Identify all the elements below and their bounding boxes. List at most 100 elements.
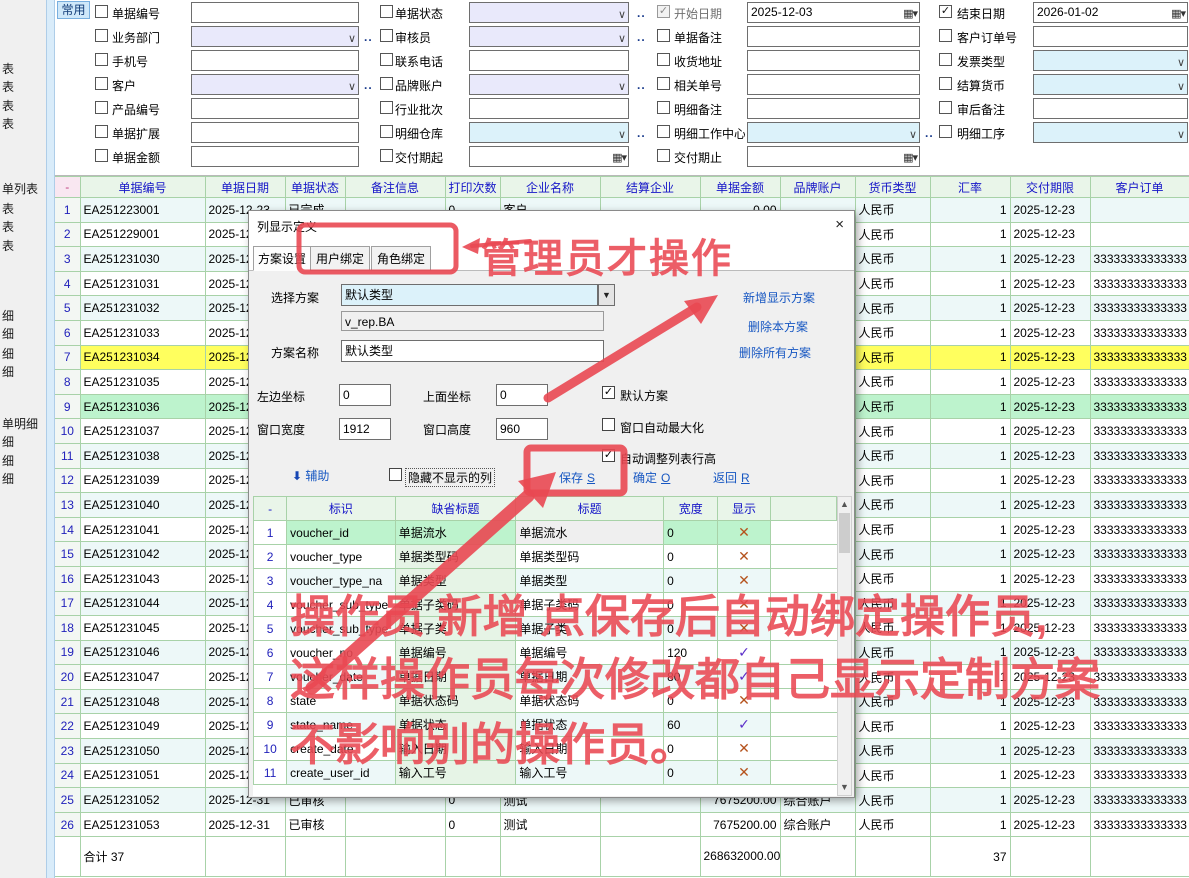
filter-checkbox-产品编号[interactable] [95, 101, 108, 114]
scroll-down-icon[interactable]: ▼ [838, 780, 851, 795]
column-header-单据状态[interactable]: 单据状态 [285, 177, 345, 198]
window-width-input[interactable]: 1912 [339, 418, 391, 440]
sidebar-item[interactable]: 表 [2, 218, 46, 234]
option-checkbox-窗口自动最大化[interactable] [602, 418, 615, 431]
filter-checkbox-单据备注[interactable] [657, 29, 670, 42]
sidebar-item[interactable]: 细 [2, 433, 46, 449]
grid-header--[interactable]: - [254, 497, 287, 521]
sidebar-item[interactable]: 细 [2, 307, 46, 323]
grid-row[interactable]: 6voucher_no单据编号单据编号120✓ [254, 641, 837, 665]
calendar-icon[interactable]: ▦▾ [1171, 5, 1185, 23]
grid-header-宽度[interactable]: 宽度 [664, 497, 718, 521]
column-header-品牌账户[interactable]: 品牌账户 [780, 177, 855, 198]
left-coord-input[interactable]: 0 [339, 384, 391, 406]
grid-row[interactable]: 5voucher_sub_type单据子类单据子类0✕ [254, 617, 837, 641]
column-header-单据金额[interactable]: 单据金额 [700, 177, 780, 198]
filter-checkbox-审后备注[interactable] [939, 101, 952, 114]
filter-checkbox-开始日期[interactable] [657, 5, 670, 18]
sidebar-item[interactable]: 细 [2, 452, 46, 468]
filter-input-品牌账户[interactable]: ∨ [469, 74, 629, 95]
cross-icon[interactable]: ✕ [718, 689, 770, 713]
calendar-icon[interactable]: ▦▾ [903, 5, 917, 23]
column-header-客户订单[interactable]: 客户订单 [1090, 177, 1189, 198]
filter-checkbox-客户订单号[interactable] [939, 29, 952, 42]
top-coord-input[interactable]: 0 [496, 384, 548, 406]
filter-input-单据编号[interactable] [191, 2, 359, 23]
filter-input-客户订单号[interactable] [1033, 26, 1188, 47]
cross-icon[interactable]: ✕ [718, 761, 770, 785]
column-header-交付期限[interactable]: 交付期限 [1010, 177, 1090, 198]
filter-checkbox-明细备注[interactable] [657, 101, 670, 114]
sidebar-item[interactable]: 单列表 [2, 180, 46, 196]
table-row[interactable]: 26EA2512310532025-12-31已审核0测试7675200.00综… [55, 812, 1189, 837]
check-icon[interactable]: ✓ [718, 665, 770, 689]
filter-checkbox-明细仓库[interactable] [380, 125, 393, 138]
grid-row[interactable]: 2voucher_type单据类型码单据类型码0✕ [254, 545, 837, 569]
scheme-select-dropdown-button[interactable]: ▼ [598, 284, 615, 306]
filter-checkbox-相关单号[interactable] [657, 77, 670, 90]
sidebar-item[interactable]: 表 [2, 115, 46, 131]
filter-input-审核员[interactable]: ∨ [469, 26, 629, 47]
check-icon[interactable]: ✓ [718, 713, 770, 737]
grid-header-标识[interactable]: 标识 [287, 497, 396, 521]
help-button[interactable]: ⬇ 辅助 [292, 467, 329, 484]
filter-input-客户[interactable]: ∨ [191, 74, 359, 95]
grid-row[interactable]: 10create_date输入日期输入日期0✕ [254, 737, 837, 761]
filter-checkbox-联系电话[interactable] [380, 53, 393, 66]
grid-scrollbar[interactable]: ▲ ▼ [837, 496, 852, 796]
filter-input-结算货币[interactable]: ∨ [1033, 74, 1188, 95]
add-display-scheme-link[interactable]: 新增显示方案 [743, 289, 815, 306]
delete-all-schemes-link[interactable]: 删除所有方案 [739, 344, 811, 361]
option-checkbox-默认方案[interactable] [602, 386, 615, 399]
filter-input-明细工序[interactable]: ∨ [1033, 122, 1188, 143]
filter-input-结束日期[interactable]: 2026-01-02▦▾ [1033, 2, 1188, 23]
grid-header-filler[interactable] [770, 497, 836, 521]
cross-icon[interactable]: ✕ [718, 569, 770, 593]
filter-input-开始日期[interactable]: 2025-12-03▦▾ [747, 2, 920, 23]
cross-icon[interactable]: ✕ [718, 617, 770, 641]
dialog-tab-方案设置[interactable]: 方案设置 [253, 246, 311, 271]
filter-input-收货地址[interactable] [747, 50, 920, 71]
filter-input-单据状态[interactable]: ∨ [469, 2, 629, 23]
sidebar-item[interactable]: 单明细 [2, 415, 46, 431]
filter-input-单据金额[interactable] [191, 146, 359, 167]
column-header-打印次数[interactable]: 打印次数 [445, 177, 500, 198]
column-header-汇率[interactable]: 汇率 [930, 177, 1010, 198]
dialog-tab-角色绑定[interactable]: 角色绑定 [371, 246, 431, 271]
ok-button[interactable]: 确定O [633, 469, 670, 486]
filter-checkbox-单据编号[interactable] [95, 5, 108, 18]
sidebar-item[interactable]: 表 [2, 97, 46, 113]
filter-input-单据备注[interactable] [747, 26, 920, 47]
column-header-企业名称[interactable]: 企业名称 [500, 177, 600, 198]
filter-input-业务部门[interactable]: ∨ [191, 26, 359, 47]
filter-checkbox-明细工序[interactable] [939, 125, 952, 138]
filter-checkbox-品牌账户[interactable] [380, 77, 393, 90]
filter-checkbox-单据扩展[interactable] [95, 125, 108, 138]
back-button[interactable]: 返回R [713, 469, 750, 486]
sidebar-splitter[interactable] [46, 0, 55, 878]
grid-header-显示[interactable]: 显示 [718, 497, 770, 521]
filter-checkbox-客户[interactable] [95, 77, 108, 90]
filter-checkbox-单据状态[interactable] [380, 5, 393, 18]
filter-input-单据扩展[interactable] [191, 122, 359, 143]
filter-checkbox-结束日期[interactable] [939, 5, 952, 18]
filter-input-行业批次[interactable] [469, 98, 629, 119]
grid-row[interactable]: 4voucher_sub_type单据子类码单据子类码0✕ [254, 593, 837, 617]
column-header-单据编号[interactable]: 单据编号 [80, 177, 205, 198]
scheme-name-input[interactable]: 默认类型 [341, 340, 604, 362]
calendar-icon[interactable]: ▦▾ [612, 149, 626, 167]
grid-row[interactable]: 11create_user_id输入工号输入工号0✕ [254, 761, 837, 785]
calendar-icon[interactable]: ▦▾ [903, 149, 917, 167]
filter-input-明细工作中心[interactable]: ∨ [747, 122, 920, 143]
scroll-up-icon[interactable]: ▲ [838, 497, 851, 512]
window-height-input[interactable]: 960 [496, 418, 548, 440]
filter-checkbox-发票类型[interactable] [939, 53, 952, 66]
cross-icon[interactable]: ✕ [718, 593, 770, 617]
cross-icon[interactable]: ✕ [718, 521, 770, 545]
delete-this-scheme-link[interactable]: 删除本方案 [748, 318, 808, 335]
filter-input-产品编号[interactable] [191, 98, 359, 119]
filter-checkbox-收货地址[interactable] [657, 53, 670, 66]
filter-input-发票类型[interactable]: ∨ [1033, 50, 1188, 71]
filter-checkbox-手机号[interactable] [95, 53, 108, 66]
close-icon[interactable]: × [835, 216, 844, 233]
